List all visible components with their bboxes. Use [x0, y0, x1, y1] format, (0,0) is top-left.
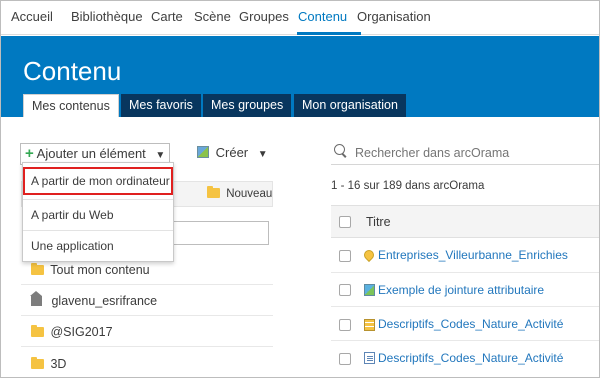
divider [331, 340, 599, 341]
chevron-down-icon: ▼ [257, 149, 268, 160]
folder-icon [31, 263, 44, 275]
nav-item-carte[interactable]: Carte [151, 9, 183, 24]
add-item-dropdown-menu: A partir de mon ordinateur A partir du W… [22, 162, 174, 262]
tab-mes-groupes[interactable]: Mes groupes [203, 94, 292, 117]
web-map-icon [364, 284, 375, 296]
tab-mon-organisation[interactable]: Mon organisation [294, 94, 406, 117]
nav-item-accueil[interactable]: Accueil [11, 9, 53, 24]
folder-item-3d[interactable]: 3D [31, 357, 66, 371]
nav-item-bibliotheque[interactable]: Bibliothèque [71, 9, 143, 24]
item-link[interactable]: Exemple de jointure attributaire [378, 283, 544, 297]
new-folder-label: Nouveau [226, 188, 273, 200]
folder-icon [31, 325, 44, 337]
home-icon [30, 291, 42, 306]
search-icon [334, 144, 345, 155]
folder-icon [207, 186, 220, 198]
new-folder-button[interactable]: Nouveau [207, 186, 273, 200]
folder-label: @SIG2017 [50, 325, 113, 339]
create-button[interactable]: Créer ▼ [197, 145, 268, 160]
nav-active-indicator [297, 32, 361, 35]
divider [331, 306, 599, 307]
table-icon [364, 319, 375, 331]
document-icon [364, 352, 375, 364]
divider [21, 315, 273, 316]
map-pin-icon [361, 247, 377, 263]
nav-item-scene[interactable]: Scène [194, 9, 231, 24]
menu-item-from-computer[interactable]: A partir de mon ordinateur [23, 167, 173, 195]
tab-mes-favoris[interactable]: Mes favoris [121, 94, 201, 117]
create-label: Créer [215, 145, 249, 160]
divider [23, 230, 173, 231]
search-placeholder: Rechercher dans arcOrama [355, 146, 510, 160]
row-checkbox[interactable] [339, 284, 351, 296]
folder-item-sig2017[interactable]: @SIG2017 [31, 325, 113, 339]
nav-item-organisation[interactable]: Organisation [357, 9, 431, 24]
select-all-checkbox[interactable] [339, 216, 351, 228]
folder-item-all-content[interactable]: Tout mon contenu [31, 263, 150, 277]
tab-mes-contenus[interactable]: Mes contenus [23, 94, 119, 117]
item-link[interactable]: Descriptifs_Codes_Nature_Activité [378, 351, 563, 365]
results-count: 1 - 16 sur 189 dans arcOrama [331, 180, 485, 192]
row-checkbox[interactable] [339, 250, 351, 262]
app-window: Accueil Bibliothèque Carte Scène Groupes… [0, 0, 600, 378]
folder-label: Tout mon contenu [50, 263, 150, 277]
divider [21, 346, 273, 347]
nav-item-contenu[interactable]: Contenu [298, 9, 347, 24]
nav-item-groupes[interactable]: Groupes [239, 9, 289, 24]
divider [21, 284, 273, 285]
divider [23, 199, 173, 200]
folder-icon [31, 357, 44, 369]
item-link[interactable]: Entreprises_Villeurbanne_Enrichies [378, 248, 568, 262]
plus-icon: + [25, 145, 34, 162]
add-item-label: Ajouter un élément [36, 146, 146, 161]
divider [331, 272, 599, 273]
column-header-title[interactable]: Titre [366, 215, 391, 229]
folder-label: glavenu_esrifrance [51, 294, 158, 308]
menu-item-application[interactable]: Une application [23, 232, 173, 260]
folder-label: 3D [50, 357, 67, 371]
row-checkbox[interactable] [339, 319, 351, 331]
top-navigation: Accueil Bibliothèque Carte Scène Groupes… [1, 1, 599, 35]
folder-item-home[interactable]: glavenu_esrifrance [30, 291, 158, 308]
row-checkbox[interactable] [339, 353, 351, 365]
create-icon [197, 146, 209, 158]
menu-item-from-web[interactable]: A partir du Web [23, 201, 173, 229]
item-link[interactable]: Descriptifs_Codes_Nature_Activité [378, 317, 563, 331]
page-title: Contenu [23, 56, 122, 86]
